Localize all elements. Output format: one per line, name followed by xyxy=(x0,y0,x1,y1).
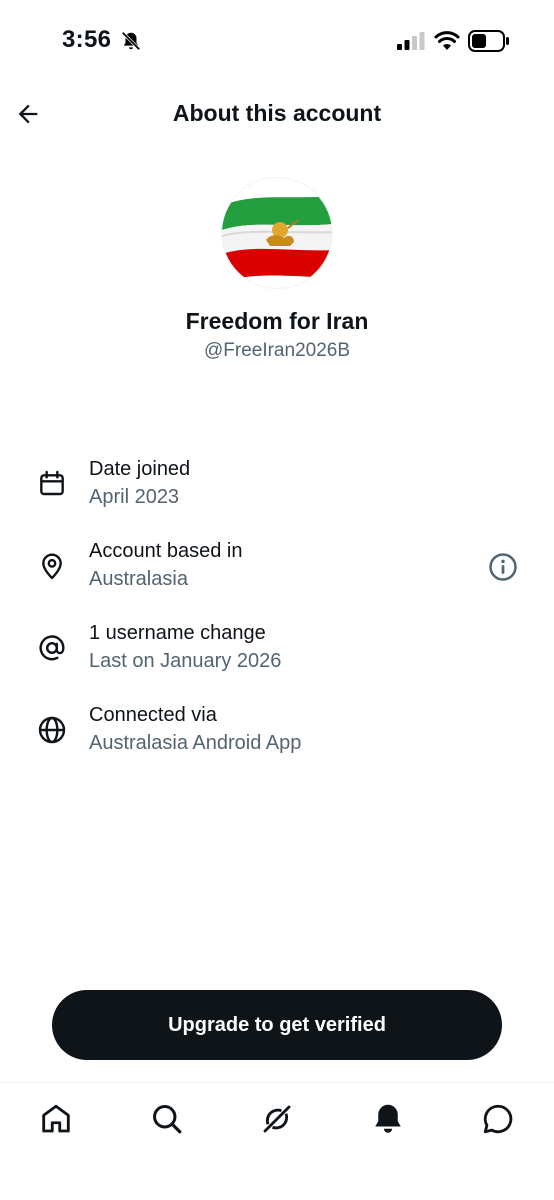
at-sign-icon xyxy=(39,635,65,661)
search-icon xyxy=(153,1105,182,1134)
bell-off-icon xyxy=(121,31,141,51)
nav-grok[interactable] xyxy=(259,1101,295,1137)
info-row-date-joined: Date joined April 2023 xyxy=(0,458,554,522)
info-row-value: Australasia Android App xyxy=(89,732,302,754)
info-icon[interactable] xyxy=(488,552,518,582)
info-row-title: Connected via xyxy=(89,704,217,726)
nav-home[interactable] xyxy=(38,1101,74,1137)
bottom-nav xyxy=(0,1082,554,1200)
info-row-title: Account based in xyxy=(89,540,243,562)
globe-icon xyxy=(38,716,66,744)
nav-search[interactable] xyxy=(149,1101,185,1137)
info-row-value: Last on January 2026 xyxy=(89,650,282,672)
display-name: Freedom for Iran xyxy=(185,308,369,334)
messages-icon xyxy=(483,1104,513,1134)
page-title: About this account xyxy=(172,100,382,126)
about-account-screen: 3:56 About this account Freedom for Iran… xyxy=(0,0,554,1200)
account-handle: @FreeIran2026B xyxy=(203,340,351,361)
nav-messages[interactable] xyxy=(480,1101,516,1137)
status-bar: 3:56 xyxy=(0,0,554,82)
upgrade-verified-button[interactable]: Upgrade to get verified xyxy=(52,990,502,1060)
cellular-signal-icon xyxy=(397,32,425,50)
info-row-title: 1 username change xyxy=(89,622,266,644)
grok-icon xyxy=(263,1105,291,1133)
notifications-bell-icon xyxy=(375,1104,401,1133)
nav-notifications[interactable] xyxy=(370,1101,406,1137)
calendar-icon xyxy=(40,470,64,496)
status-time: 3:56 xyxy=(62,26,112,53)
info-row-account-based-in: Account based in Australasia xyxy=(0,540,554,604)
lion-and-sun-flag-avatar xyxy=(222,178,332,288)
location-pin-icon xyxy=(42,553,62,580)
avatar[interactable] xyxy=(221,177,333,289)
info-row-connected-via: Connected via Australasia Android App xyxy=(0,704,554,768)
info-row-value: Australasia xyxy=(89,568,188,590)
battery-icon xyxy=(468,30,509,52)
home-icon xyxy=(42,1104,70,1133)
info-row-title: Date joined xyxy=(89,458,191,480)
info-row-value: April 2023 xyxy=(89,486,180,508)
info-row-username-change: 1 username change Last on January 2026 xyxy=(0,622,554,686)
wifi-icon xyxy=(434,31,460,50)
